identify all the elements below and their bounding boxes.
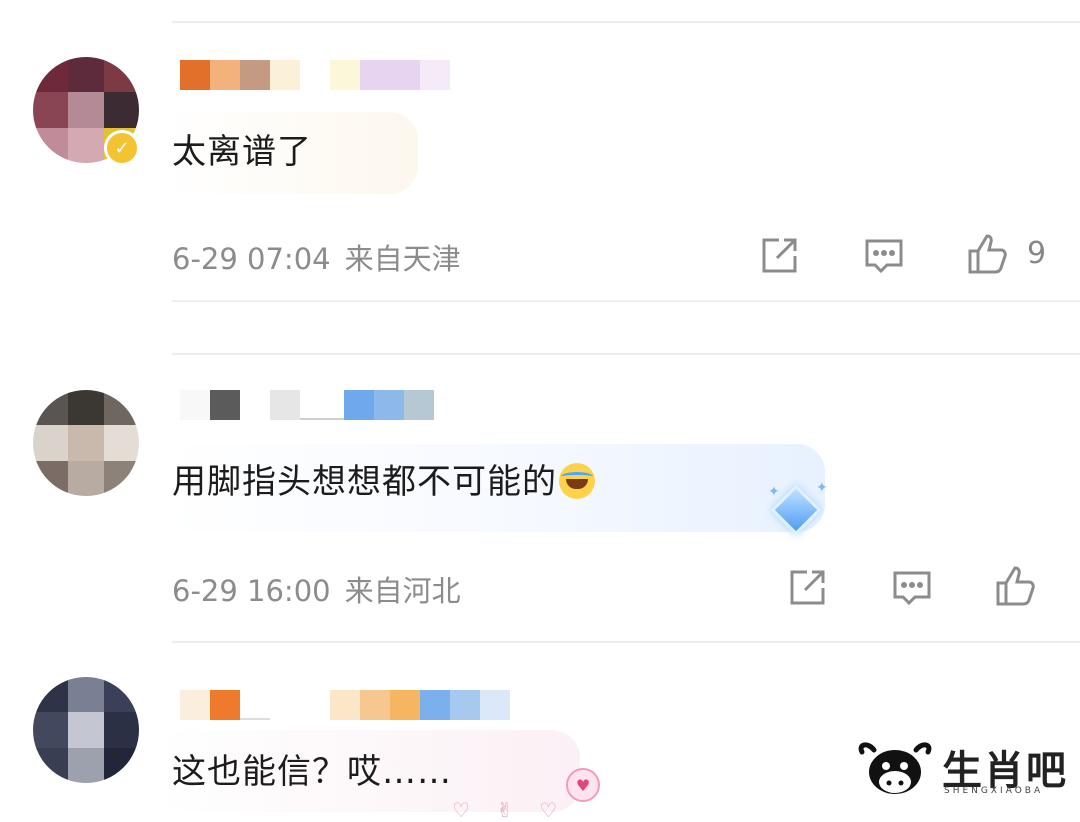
username-masked[interactable] xyxy=(180,60,450,90)
comment-meta: 6-29 07:04 来自天津 xyxy=(172,236,461,278)
divider-top xyxy=(172,21,1080,23)
comment-icon[interactable] xyxy=(862,234,906,278)
comment-text-content: 用脚指头想想都不可能的 xyxy=(172,462,557,502)
finger-heart-decoration: ♡ ✌ ♡ xyxy=(452,798,568,822)
avatar[interactable] xyxy=(33,390,139,496)
like-count: 9 xyxy=(1027,236,1047,271)
divider xyxy=(172,641,1080,643)
comment-date: 6-29 07:04 xyxy=(172,242,331,276)
share-icon[interactable] xyxy=(757,234,801,278)
comment-text: 用脚指头想想都不可能的 xyxy=(172,460,595,504)
comment-location: 来自河北 xyxy=(344,574,461,608)
verified-badge-icon: ✓ xyxy=(104,130,140,166)
username-masked[interactable] xyxy=(180,690,510,720)
comment-text: 这也能信？哎…… xyxy=(172,752,452,792)
laughing-tears-emoji xyxy=(559,463,595,499)
comment-meta: 6-29 16:00 来自河北 xyxy=(172,568,461,610)
username-masked[interactable] xyxy=(180,390,434,420)
comment-text: 太离谱了 xyxy=(172,132,312,172)
heart-icon: ♥ xyxy=(566,768,600,802)
watermark-subtitle: SHENGXIAOBA xyxy=(944,786,1044,796)
divider xyxy=(172,353,1080,355)
thumbs-up-icon[interactable] xyxy=(965,232,1009,276)
watermark-logo: 生肖吧 SHENGXIAOBA xyxy=(858,740,1066,802)
share-icon[interactable] xyxy=(785,566,829,610)
divider xyxy=(172,300,1080,302)
comment-date: 6-29 16:00 xyxy=(172,574,331,608)
avatar[interactable] xyxy=(33,677,139,783)
comment-location: 来自天津 xyxy=(344,242,461,276)
sparkle-icon: ✦ xyxy=(768,484,780,500)
thumbs-up-icon[interactable] xyxy=(993,564,1037,608)
comment-icon[interactable] xyxy=(890,566,934,610)
sparkle-icon: ✦ xyxy=(816,480,828,496)
ox-logo-icon xyxy=(858,742,932,794)
